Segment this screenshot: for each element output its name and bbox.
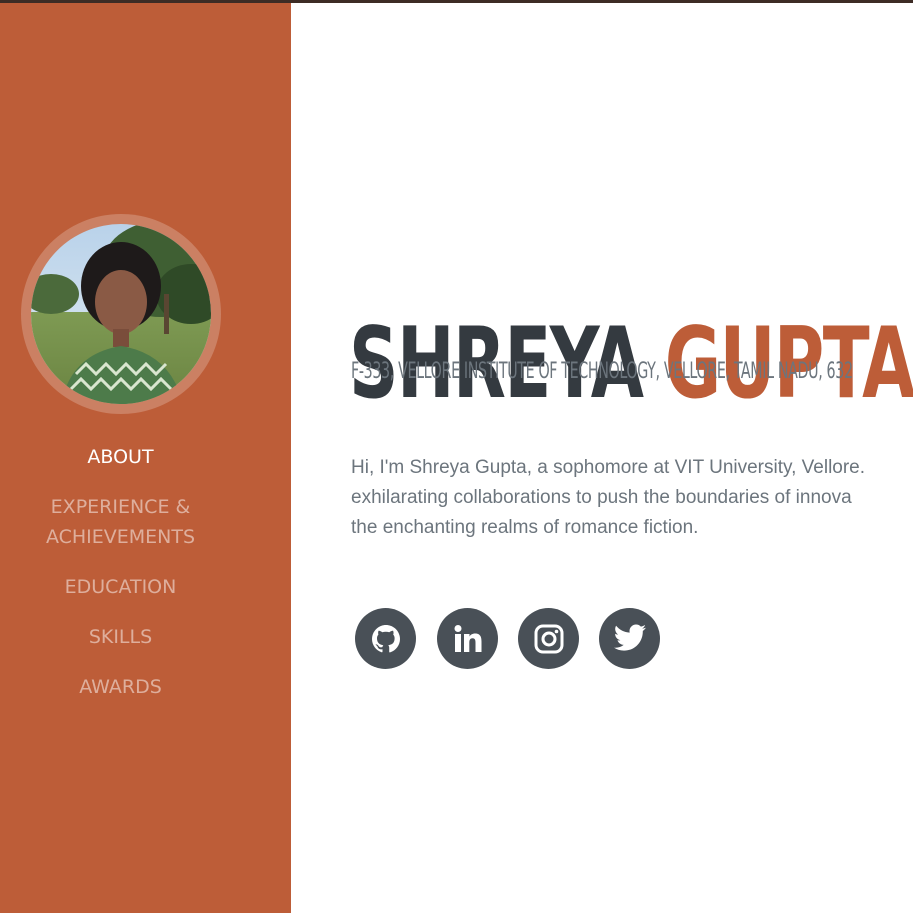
nav-item-experience-achievements[interactable]: EXPERIENCE & ACHIEVEMENTS bbox=[0, 492, 241, 552]
nav-item-about[interactable]: ABOUT bbox=[0, 442, 241, 472]
nav-item-skills[interactable]: SKILLS bbox=[0, 622, 241, 652]
bio: Hi, I'm Shreya Gupta, a sophomore at VIT… bbox=[351, 453, 913, 543]
bio-line: the enchanting realms of romance fiction… bbox=[351, 517, 699, 538]
github-link[interactable] bbox=[355, 608, 416, 669]
nav-item-awards[interactable]: AWARDS bbox=[0, 672, 241, 702]
bio-line: Hi, I'm Shreya Gupta, a sophomore at VIT… bbox=[351, 457, 866, 478]
linkedin-link[interactable] bbox=[437, 608, 498, 669]
instagram-link[interactable] bbox=[518, 608, 579, 669]
twitter-link[interactable] bbox=[599, 608, 660, 669]
profile-photo bbox=[31, 224, 211, 404]
instagram-icon bbox=[534, 624, 563, 653]
linkedin-icon bbox=[454, 624, 481, 652]
github-icon bbox=[371, 624, 400, 652]
address: F-333, VELLORE INSTITUTE OF TECHNOLOGY, … bbox=[351, 359, 853, 384]
avatar bbox=[31, 224, 211, 404]
twitter-icon bbox=[613, 624, 646, 651]
nav-item-education[interactable]: EDUCATION bbox=[0, 572, 241, 602]
bio-line: exhilarating collaborations to push the … bbox=[351, 487, 852, 508]
nav-item-label-line1: EXPERIENCE & bbox=[50, 496, 191, 518]
nav-item-label-line2: ACHIEVEMENTS bbox=[45, 526, 196, 548]
page: ABOUT EXPERIENCE & ACHIEVEMENTS EDUCATIO… bbox=[0, 0, 913, 913]
sidebar-nav: ABOUT EXPERIENCE & ACHIEVEMENTS EDUCATIO… bbox=[0, 442, 241, 722]
